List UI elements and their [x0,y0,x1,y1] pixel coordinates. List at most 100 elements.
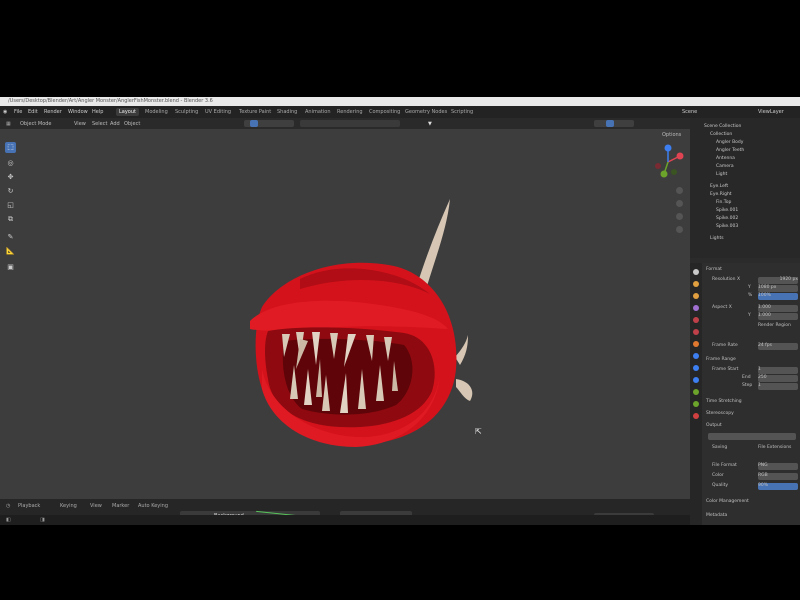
cursor-tool-icon[interactable]: ◎ [5,158,16,169]
quality-slider[interactable]: Quality 90% [712,483,798,490]
measure-tool-icon[interactable]: 📐 [5,246,16,257]
outliner-row[interactable]: Fin.Top [716,200,731,207]
aspect-x-field[interactable]: Aspect X 1.000 [712,305,798,312]
object-mode-dropdown[interactable]: Object Mode [20,121,52,127]
menu-edit[interactable]: Edit [28,109,38,115]
tab-layout[interactable]: Layout [116,108,139,116]
color-management-panel-header[interactable]: Color Management [706,499,792,506]
material-tab-icon[interactable] [693,413,699,419]
outliner-row[interactable]: Angler Body [716,140,743,147]
outliner-row[interactable]: Eye.Left [710,184,728,191]
output-path-field[interactable] [708,433,798,440]
timeline-editor-icon[interactable]: ◷ [6,503,10,509]
3d-viewport[interactable]: Options ⇱ [0,129,690,499]
move-tool-icon[interactable]: ✥ [5,172,16,183]
menu-select[interactable]: Select [92,121,107,127]
angler-monster-model[interactable] [0,129,690,499]
scene-selector[interactable]: Scene [682,109,697,115]
frame-step-field[interactable]: Step 1 [712,383,798,390]
pan-icon[interactable] [676,200,683,207]
tab-rendering[interactable]: Rendering [334,108,366,116]
keying-menu[interactable]: Keying [60,503,77,509]
proportional-edit-button[interactable] [300,120,400,127]
menu-render[interactable]: Render [44,109,62,115]
outliner-row[interactable]: Scene Collection [704,124,741,131]
rotate-tool-icon[interactable]: ↻ [5,186,16,197]
tab-compositing[interactable]: Compositing [366,108,403,116]
menu-window[interactable]: Window [68,109,88,115]
resolution-y-field[interactable]: Y 1080 px [712,285,798,292]
metadata-panel-header[interactable]: Metadata [706,513,792,520]
menu-view[interactable]: View [74,121,86,127]
scale-tool-icon[interactable]: ◱ [5,200,16,211]
transform-tool-icon[interactable]: ⧉ [5,214,16,225]
outliner-row[interactable]: Spike.003 [716,224,738,231]
auto-keying-toggle[interactable]: Auto Keying [138,503,168,509]
outliner-row[interactable]: Angler Teeth [716,148,744,155]
camera-view-icon[interactable] [676,213,683,220]
outliner-row[interactable]: Spike.001 [716,208,738,215]
playback-menu[interactable]: Playback [18,503,40,509]
tab-geometry-nodes[interactable]: Geometry Nodes [402,108,450,116]
annotate-tool-icon[interactable]: ✎ [5,232,16,243]
timeline-view-menu[interactable]: View [90,503,102,509]
add-cube-tool-icon[interactable]: ▣ [5,262,16,273]
blender-logo-icon[interactable]: ◉ [3,109,7,115]
menu-object[interactable]: Object [124,121,140,127]
outliner-row[interactable]: Light [716,172,727,179]
stereoscopy-panel-header[interactable]: Stereoscopy [706,411,792,418]
outliner-row[interactable]: Antenna [716,156,735,163]
tab-uv-editing[interactable]: UV Editing [202,108,234,116]
navigation-gizmo[interactable] [650,144,686,180]
render-tab-icon[interactable] [693,281,699,287]
tab-texture-paint[interactable]: Texture Paint [236,108,274,116]
falloff-icon[interactable]: ▼ [428,121,432,127]
frame-start-field[interactable]: Frame Start 1 [712,367,798,374]
scene-tab-icon[interactable] [693,317,699,323]
frame-end-field[interactable]: End 250 [712,375,798,382]
outliner[interactable]: Scene Collection Collection Angler Body … [690,118,800,258]
resolution-percent-field[interactable]: % 100% [712,293,798,300]
outliner-row[interactable]: Spike.002 [716,216,738,223]
view-layer-tab-icon[interactable] [693,305,699,311]
data-tab-icon[interactable] [693,401,699,407]
frame-rate-dropdown[interactable]: Frame Rate 24 fps [712,343,798,350]
tab-animation[interactable]: Animation [302,108,334,116]
view-nav-buttons[interactable] [676,187,684,241]
select-box-tool-icon[interactable]: ⬚ [5,142,16,153]
view-layer-selector[interactable]: ViewLayer [758,109,784,115]
frame-range-panel-header[interactable]: Frame Range [706,357,792,364]
outliner-row[interactable]: Camera [716,164,734,171]
menu-file[interactable]: File [14,109,22,115]
tab-sculpting[interactable]: Sculpting [172,108,201,116]
modifier-tab-icon[interactable] [693,353,699,359]
marker-menu[interactable]: Marker [112,503,129,509]
saving-checkbox[interactable]: Saving File Extensions [712,445,798,452]
tab-scripting[interactable]: Scripting [448,108,476,116]
editor-type-icon[interactable]: ▦ [6,121,11,127]
aspect-y-field[interactable]: Y 1.000 [712,313,798,320]
file-format-dropdown[interactable]: File Format PNG [712,463,798,470]
menu-add[interactable]: Add [110,121,120,127]
zoom-icon[interactable] [676,187,683,194]
tab-shading[interactable]: Shading [274,108,300,116]
tool-tab-icon[interactable] [693,269,699,275]
constraints-tab-icon[interactable] [693,389,699,395]
solid-shading-button[interactable] [606,120,614,127]
color-mode-buttons[interactable]: Color RGB [712,473,798,480]
outliner-row[interactable]: Lights [710,236,724,243]
output-panel-header[interactable]: Output [706,423,792,430]
tab-modeling[interactable]: Modeling [142,108,171,116]
outliner-row[interactable]: Eye.Right [710,192,732,199]
outliner-row[interactable]: Collection [710,132,732,139]
resolution-x-field[interactable]: Resolution X 1920 px [712,277,798,284]
render-region-checkbox[interactable]: Render Region [712,323,798,330]
snapping-button[interactable] [250,120,258,127]
object-tab-icon[interactable] [693,341,699,347]
particles-tab-icon[interactable] [693,365,699,371]
output-tab-icon[interactable] [693,293,699,299]
physics-tab-icon[interactable] [693,377,699,383]
shading-mode-buttons[interactable] [594,120,634,127]
world-tab-icon[interactable] [693,329,699,335]
perspective-toggle-icon[interactable] [676,226,683,233]
